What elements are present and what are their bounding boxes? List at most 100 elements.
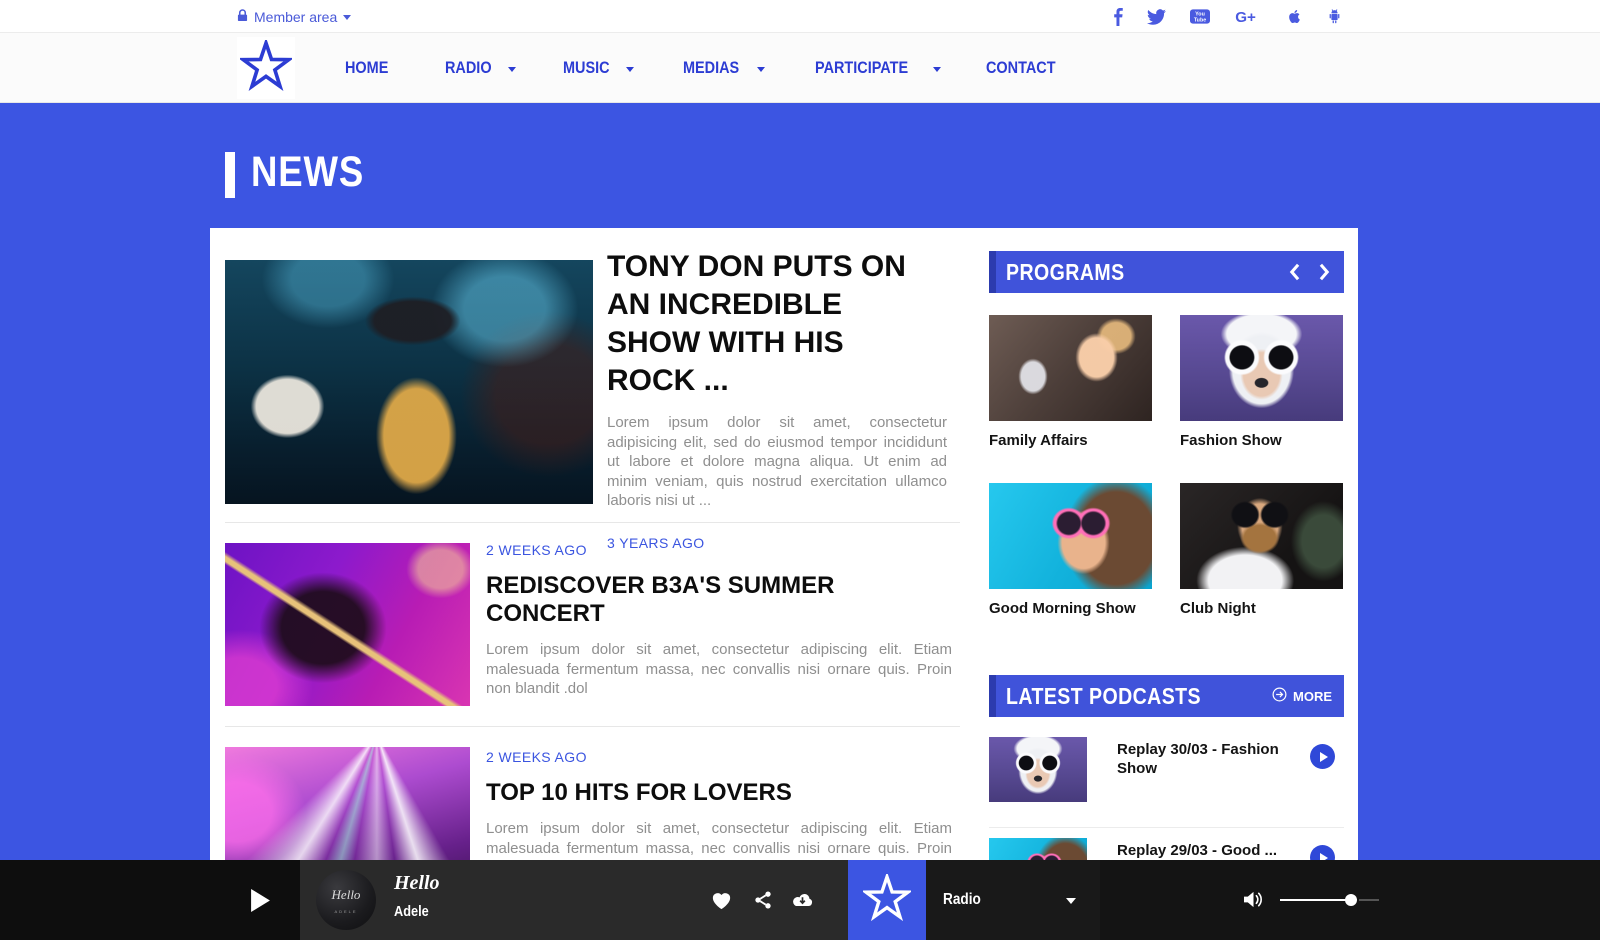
article-excerpt: Lorem ipsum dolor sit amet, consectetur … bbox=[607, 413, 947, 511]
svg-text:G+: G+ bbox=[1235, 9, 1256, 25]
header-accent-bar bbox=[989, 675, 996, 717]
nav-label: RADIO bbox=[445, 58, 492, 78]
article-image[interactable] bbox=[225, 260, 593, 504]
programs-title: PROGRAMS bbox=[1006, 259, 1125, 286]
divider bbox=[989, 827, 1344, 828]
program-label: Family Affairs bbox=[989, 432, 1152, 449]
podcast-play-button[interactable] bbox=[1310, 744, 1335, 769]
podcast-title[interactable]: Replay 30/03 - Fashion Show bbox=[1117, 740, 1292, 778]
page-header: NEWS bbox=[225, 143, 384, 201]
program-label: Fashion Show bbox=[1180, 432, 1343, 449]
article-title[interactable]: TOP 10 HITS FOR LOVERS bbox=[486, 779, 952, 807]
source-selector[interactable]: Radio bbox=[926, 860, 1100, 940]
album-art: Hello ADELE bbox=[316, 870, 376, 930]
program-tile-good-morning-show[interactable]: Good Morning Show bbox=[989, 483, 1152, 617]
android-icon[interactable] bbox=[1327, 8, 1342, 26]
article-image[interactable] bbox=[225, 543, 470, 706]
podcast-thumbnail[interactable] bbox=[989, 737, 1087, 802]
member-area-label: Member area bbox=[254, 9, 337, 25]
main-navigation: HOME RADIO MUSIC MEDIAS PARTICIPATE CONT… bbox=[0, 33, 1600, 103]
social-links: YouTube G+ bbox=[1113, 0, 1342, 33]
chevron-down-icon bbox=[508, 67, 516, 72]
volume-section bbox=[1100, 860, 1600, 940]
page-title: NEWS bbox=[251, 143, 384, 201]
content-card: TONY DON PUTS ON AN INCREDIBLE SHOW WITH… bbox=[210, 228, 1358, 940]
program-tile-fashion-show[interactable]: Fashion Show bbox=[1180, 315, 1343, 449]
apple-icon[interactable] bbox=[1286, 7, 1303, 26]
programs-header: PROGRAMS bbox=[989, 251, 1344, 293]
divider bbox=[225, 522, 960, 523]
cloud-download-icon[interactable] bbox=[791, 860, 814, 940]
album-art-title: Hello bbox=[332, 887, 361, 903]
podcasts-title: LATEST PODCASTS bbox=[1006, 683, 1201, 710]
nav-label: MUSIC bbox=[563, 58, 610, 78]
nav-item-music[interactable]: MUSIC bbox=[563, 33, 634, 103]
svg-text:You: You bbox=[1195, 11, 1205, 17]
member-area-dropdown[interactable]: Member area bbox=[237, 0, 351, 33]
program-label: Club Night bbox=[1180, 600, 1343, 617]
chevron-down-icon bbox=[626, 67, 634, 72]
program-tile-club-night[interactable]: Club Night bbox=[1180, 483, 1343, 617]
podcasts-more-link[interactable]: MORE bbox=[1272, 675, 1332, 717]
chevron-down-icon bbox=[933, 67, 941, 72]
volume-slider-track-remainder[interactable] bbox=[1359, 899, 1379, 901]
nav-label: HOME bbox=[345, 58, 388, 78]
program-label: Good Morning Show bbox=[989, 600, 1152, 617]
article: 2 WEEKS AGO REDISCOVER B3A'S SUMMER CONC… bbox=[486, 542, 952, 699]
article-excerpt: Lorem ipsum dolor sit amet, consectetur … bbox=[486, 640, 952, 699]
carousel-prev-button[interactable] bbox=[1289, 251, 1300, 293]
top-bar: Member area YouTube G+ bbox=[0, 0, 1600, 33]
now-playing-section: Hello ADELE Hello Adele bbox=[300, 860, 848, 940]
article: TONY DON PUTS ON AN INCREDIBLE SHOW WITH… bbox=[607, 248, 947, 551]
nav-item-medias[interactable]: MEDIAS bbox=[683, 33, 765, 103]
player-play-button[interactable] bbox=[251, 889, 270, 917]
podcast-item: Replay 30/03 - Fashion Show bbox=[989, 737, 1344, 802]
more-label: MORE bbox=[1293, 689, 1332, 704]
twitter-icon[interactable] bbox=[1147, 9, 1166, 25]
arrow-circle-icon bbox=[1272, 687, 1287, 705]
volume-icon[interactable] bbox=[1243, 890, 1264, 914]
header-accent-bar bbox=[989, 251, 996, 293]
article-date-link[interactable]: 2 WEEKS AGO bbox=[486, 542, 587, 558]
player-station-logo[interactable] bbox=[848, 860, 926, 940]
player-controls-section bbox=[0, 860, 300, 940]
volume-slider-knob[interactable] bbox=[1345, 894, 1357, 906]
chevron-down-icon bbox=[757, 67, 765, 72]
carousel-next-button[interactable] bbox=[1319, 251, 1330, 293]
podcasts-header: LATEST PODCASTS MORE bbox=[989, 675, 1344, 717]
nav-item-contact[interactable]: CONTACT bbox=[986, 33, 1068, 103]
volume-slider-track[interactable] bbox=[1280, 899, 1350, 901]
star-logo-icon bbox=[240, 40, 292, 97]
program-image bbox=[989, 483, 1152, 589]
article-date-link[interactable]: 2 WEEKS AGO bbox=[486, 749, 587, 765]
nav-label: PARTICIPATE bbox=[815, 58, 908, 78]
svg-text:Tube: Tube bbox=[1194, 18, 1206, 24]
nav-label: MEDIAS bbox=[683, 58, 739, 78]
share-icon[interactable] bbox=[753, 860, 773, 940]
program-image bbox=[1180, 315, 1343, 421]
program-tile-family-affairs[interactable]: Family Affairs bbox=[989, 315, 1152, 449]
nav-item-radio[interactable]: RADIO bbox=[445, 33, 516, 103]
article: 2 WEEKS AGO TOP 10 HITS FOR LOVERS Lorem… bbox=[486, 749, 952, 878]
source-label: Radio bbox=[943, 860, 987, 940]
site-logo[interactable] bbox=[237, 37, 295, 99]
google-plus-icon[interactable]: G+ bbox=[1234, 9, 1262, 25]
program-image bbox=[1180, 483, 1343, 589]
favorite-heart-icon[interactable] bbox=[711, 860, 732, 940]
program-image bbox=[989, 315, 1152, 421]
star-logo-icon bbox=[863, 874, 911, 927]
youtube-icon[interactable]: YouTube bbox=[1190, 9, 1210, 24]
facebook-icon[interactable] bbox=[1113, 7, 1123, 26]
album-art-artist: ADELE bbox=[334, 909, 357, 914]
title-accent-bar bbox=[225, 152, 235, 198]
nav-label: CONTACT bbox=[986, 58, 1056, 78]
article-title[interactable]: TONY DON PUTS ON AN INCREDIBLE SHOW WITH… bbox=[607, 248, 919, 400]
track-title: Hello bbox=[394, 872, 440, 895]
nav-item-home[interactable]: HOME bbox=[345, 33, 396, 103]
nav-item-participate[interactable]: PARTICIPATE bbox=[815, 33, 941, 103]
chevron-down-icon bbox=[343, 15, 351, 20]
lock-icon bbox=[237, 9, 248, 25]
track-artist: Adele bbox=[394, 903, 435, 920]
article-title[interactable]: REDISCOVER B3A'S SUMMER CONCERT bbox=[486, 572, 952, 628]
podcast-title[interactable]: Replay 29/03 - Good ... bbox=[1117, 841, 1292, 860]
